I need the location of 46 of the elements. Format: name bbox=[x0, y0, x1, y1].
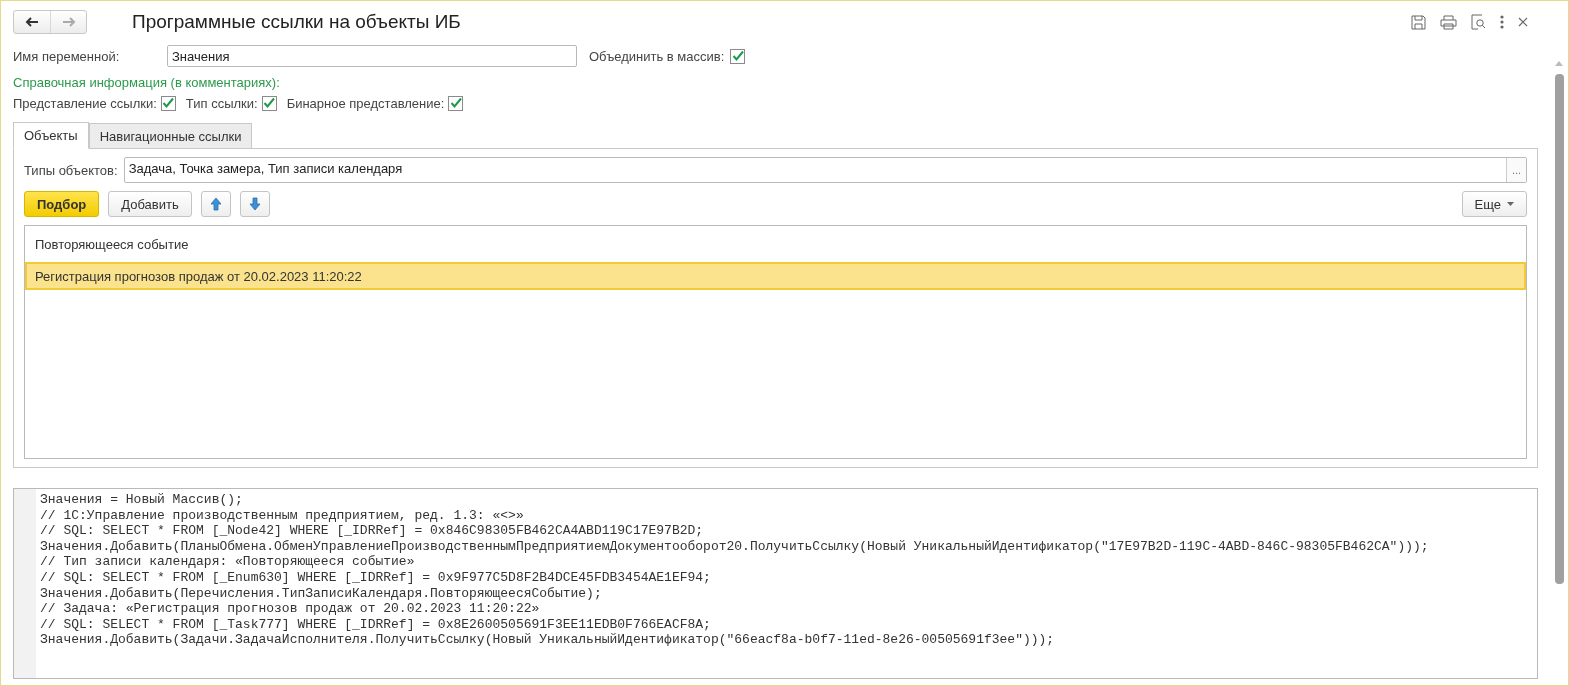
tab[interactable]: Объекты bbox=[13, 122, 89, 149]
move-down-button[interactable] bbox=[239, 191, 270, 217]
code-line: // SQL: SELECT * FROM [_Enum630] WHERE [_IDRRef] = 0x9F977C5D8F2B4DCE45FDB3454AE1EF94; bbox=[40, 569, 712, 586]
arrow-up-icon bbox=[209, 197, 222, 211]
add-button[interactable]: Добавить bbox=[108, 191, 192, 217]
arrow-right-icon bbox=[61, 17, 76, 27]
arrow-down-icon bbox=[248, 197, 261, 211]
save-icon[interactable] bbox=[1411, 14, 1426, 30]
checkbox[interactable] bbox=[730, 48, 746, 64]
option-label: Представление ссылки: bbox=[13, 95, 157, 111]
printer-icon[interactable] bbox=[1440, 14, 1457, 30]
scroll-up-icon[interactable] bbox=[1555, 61, 1563, 66]
option-label: Тип ссылки: bbox=[185, 95, 258, 111]
arrow-left-icon bbox=[25, 17, 39, 27]
checkbox[interactable] bbox=[261, 95, 277, 111]
tab[interactable]: Навигационные ссылки bbox=[88, 123, 253, 149]
preview-icon[interactable] bbox=[1471, 14, 1486, 30]
code-line: // Задача: «Регистрация прогнозов продаж от 20.02.2023 11:20:22» bbox=[40, 601, 541, 617]
more-button[interactable]: Еще bbox=[1461, 191, 1527, 217]
select-button[interactable]: ... bbox=[1506, 158, 1526, 182]
checkbox[interactable] bbox=[448, 95, 464, 111]
code-line: // SQL: SELECT * FROM [_Task777] WHERE [_IDRRef] = 0x8E2600505691F3EE11EDB0F766EACF8A; bbox=[40, 616, 712, 633]
checkbox[interactable] bbox=[160, 95, 176, 111]
code-line: // Тип записи календаря: «Повторяющееся событие» bbox=[40, 554, 416, 570]
more-icon[interactable] bbox=[1500, 15, 1504, 29]
field-label: Объединить в массив: bbox=[589, 48, 725, 64]
window-title: Программные ссылки на объекты ИБ bbox=[132, 11, 462, 33]
pick-button[interactable]: Подбор bbox=[24, 191, 100, 217]
move-up-button[interactable] bbox=[200, 191, 231, 217]
caret-icon bbox=[1507, 202, 1514, 206]
object-types-field[interactable]: Задача, Точка замера, Тип записи календаря ... bbox=[123, 157, 1527, 183]
section-title: Справочная информация (в комментариях): bbox=[13, 75, 281, 90]
scrollbar-thumb[interactable] bbox=[1554, 74, 1564, 584]
code-editor[interactable] bbox=[13, 488, 1538, 679]
code-line: // 1С:Управление производственным предприятием, ред. 1.3: «<>» bbox=[40, 507, 525, 524]
variable-name-field[interactable]: Значения bbox=[167, 45, 577, 67]
code-line: Значения.Добавить(ПланыОбмена.ОбменУправлениеПроизводственнымПредприятиемДокументооборот20.ПолучитьСсылку(Новый УникальныйИдентификатор("17E97B2D-119C-4ABD-846C-98305FB462CA"))); bbox=[40, 538, 1429, 555]
close-icon[interactable] bbox=[1518, 17, 1528, 27]
code-line: Значения.Добавить(Перечисления.ТипЗаписиКалендаря.ПовторяющеесяСобытие); bbox=[40, 585, 603, 602]
field-label: Типы объектов: bbox=[24, 162, 118, 178]
code-line: // SQL: SELECT * FROM [_Node42] WHERE [_IDRRef] = 0x846C98305FB462CA4ABD119C17E97B2D; bbox=[40, 523, 705, 539]
table-row[interactable]: Регистрация прогнозов продаж от 20.02.2023 11:20:22 bbox=[25, 262, 1526, 290]
code-line: Значения = Новый Массив(); bbox=[40, 492, 244, 508]
code-line: Значения.Добавить(Задачи.ЗадачаИсполнителя.ПолучитьСсылку(Новый УникальныйИдентификатор("66eacf8a-b0f7-11ed-8e26-00505691f3ee"))); bbox=[40, 632, 1056, 648]
option-label: Бинарное представление: bbox=[286, 95, 445, 111]
field-label: Имя переменной: bbox=[13, 48, 121, 64]
